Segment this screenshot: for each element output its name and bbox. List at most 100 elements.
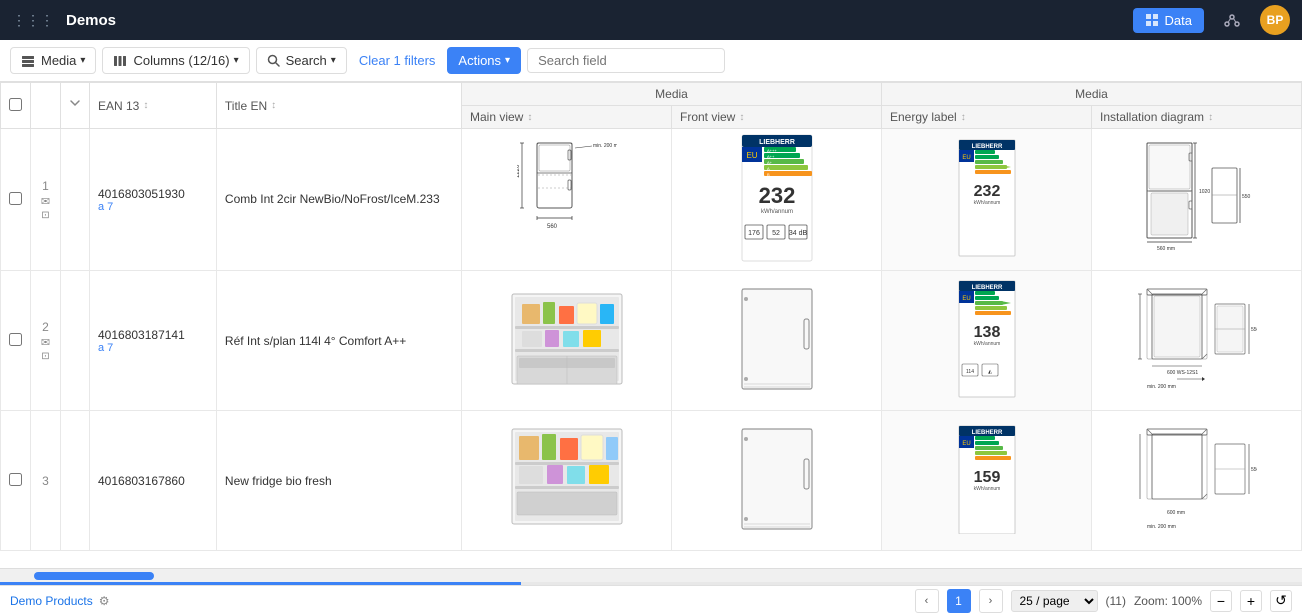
status-left: Demo Products ⚙: [10, 594, 909, 608]
svg-text:560: 560: [547, 224, 558, 230]
main-content: EAN 13 ↕ Title EN ↕ Media Media: [0, 82, 1302, 585]
row-2-checkbox[interactable]: [9, 333, 22, 346]
svg-text:EU: EU: [746, 151, 757, 160]
row-1-title: Comb Int 2cir NewBio/NoFrost/IceM.233: [216, 129, 461, 271]
search-button[interactable]: Search ▾: [256, 47, 347, 74]
row-1-checkbox-cell: [1, 129, 31, 271]
pagination-next-button[interactable]: ›: [979, 589, 1003, 613]
search-field-input[interactable]: [527, 48, 725, 73]
svg-text:B: B: [767, 172, 770, 177]
svg-text:kWh/annum: kWh/annum: [760, 209, 792, 215]
zoom-minus-button[interactable]: −: [1210, 590, 1232, 612]
row-2-title: Réf Int s/plan 114l 4° Comfort A++: [216, 271, 461, 411]
header-main-view: Main view ↕: [462, 106, 672, 129]
row-3-energy-label[interactable]: LIEBHERR EU 159 kWh/annum: [882, 411, 1092, 551]
row-1-email-icon: ✉: [41, 195, 50, 208]
row-3-num: 3: [31, 411, 61, 551]
search-chevron-icon: ▾: [331, 55, 336, 66]
svg-text:kWh/annum: kWh/annum: [973, 200, 1000, 206]
row-2-install-diagram[interactable]: 820 600 WS-12S1 550: [1092, 271, 1302, 411]
graph-view-button[interactable]: [1212, 7, 1252, 33]
progress-bar: [0, 582, 1302, 585]
row-3-front-view[interactable]: [672, 411, 882, 551]
columns-label: Columns (12/16): [133, 53, 229, 68]
svg-text:550: 550: [1251, 327, 1257, 333]
header-ean: EAN 13 ↕: [90, 83, 217, 129]
svg-text:LIEBHERR: LIEBHERR: [759, 139, 795, 146]
page-size-select[interactable]: 25 / page 50 / page 100 / page: [1011, 590, 1098, 612]
row-2-main-view[interactable]: [462, 271, 672, 411]
svg-text:52: 52: [772, 230, 780, 237]
svg-text:159: 159: [973, 469, 1000, 486]
row-2-email-icon: ✉: [41, 336, 50, 349]
row-3-checkbox-cell: [1, 411, 31, 551]
row-3-install-diagram[interactable]: 600 mm 550 min. 200 mm: [1092, 411, 1302, 551]
row-2-num: 2 ✉ ⊡: [31, 271, 61, 411]
svg-text:A+++: A+++: [767, 148, 777, 153]
svg-text:A+: A+: [767, 160, 773, 165]
table-row: 2 ✉ ⊡ 4016803187141 a 7 Réf Int s/plan: [1, 271, 1302, 411]
pagination-prev-button[interactable]: ‹: [915, 589, 939, 613]
svg-text:LIEBHERR: LIEBHERR: [971, 285, 1002, 291]
media-label: Media: [41, 53, 76, 68]
header-energy-label: Energy label ↕: [882, 106, 1092, 129]
svg-text:A: A: [767, 166, 770, 171]
svg-text:min. 200 mm: min. 200 mm: [1147, 524, 1176, 530]
svg-text:LIEBHERR: LIEBHERR: [971, 144, 1002, 150]
media-group-header-1: Media: [462, 83, 882, 106]
actions-chevron-icon: ▾: [505, 55, 510, 66]
svg-text:176: 176: [748, 230, 760, 237]
row-2-checkbox-cell: [1, 271, 31, 411]
svg-text:kWh/annum: kWh/annum: [973, 486, 1000, 492]
row-1-energy-label[interactable]: LIEBHERR EU 232 kWh/annum: [882, 129, 1092, 271]
svg-text:600 WS-12S1: 600 WS-12S1: [1167, 370, 1198, 376]
media-dropdown-button[interactable]: Media ▾: [10, 47, 96, 74]
row-2-energy-label[interactable]: LIEBHERR EU 138 kWh/annum: [882, 271, 1092, 411]
row-3-actions-cell: [61, 411, 90, 551]
zoom-plus-button[interactable]: +: [1240, 590, 1262, 612]
data-view-button[interactable]: Data: [1133, 8, 1204, 33]
row-2-front-view[interactable]: [672, 271, 882, 411]
header-install-diagram: Installation diagram ↕: [1092, 106, 1302, 129]
clear-filters-button[interactable]: Clear 1 filters: [353, 48, 442, 73]
svg-text:550: 550: [1251, 467, 1257, 473]
svg-text:232: 232: [973, 183, 1000, 200]
row-1-main-view[interactable]: 1220 560 min. 200 mm: [462, 129, 672, 271]
svg-text:EU: EU: [962, 441, 970, 447]
data-table: EAN 13 ↕ Title EN ↕ Media Media: [0, 82, 1302, 551]
row-1-front-view[interactable]: LIEBHERR EU A+++ A++ A+ A: [672, 129, 882, 271]
progress-fill: [0, 582, 521, 585]
select-all-checkbox[interactable]: [9, 98, 22, 111]
grid-icon: ⋮⋮⋮: [12, 12, 54, 29]
header-num-col: [31, 83, 61, 129]
svg-text:34 dB: 34 dB: [788, 230, 807, 237]
search-label: Search: [286, 53, 327, 68]
svg-text:820: 820: [1137, 320, 1139, 329]
table-wrap[interactable]: EAN 13 ↕ Title EN ↕ Media Media: [0, 82, 1302, 568]
row-1-blue-indicator: a 7: [98, 201, 208, 213]
svg-text:min. 200 mm: min. 200 mm: [1147, 384, 1176, 390]
settings-gear-icon[interactable]: ⚙: [99, 594, 110, 608]
row-2-ean: 4016803187141 a 7: [90, 271, 217, 411]
media-group-header-2: Media: [882, 83, 1302, 106]
header-actions-col: [61, 83, 90, 129]
zoom-reset-button[interactable]: ↺: [1270, 590, 1292, 612]
svg-text:1020: 1020: [1199, 189, 1210, 195]
user-avatar[interactable]: BP: [1260, 5, 1290, 35]
row-1-checkbox[interactable]: [9, 192, 22, 205]
total-count: (11): [1106, 594, 1126, 608]
row-1-num: 1 ✉ ⊡: [31, 129, 61, 271]
row-1-ean: 4016803051930 a 7: [90, 129, 217, 271]
columns-dropdown-button[interactable]: Columns (12/16) ▾: [102, 47, 249, 74]
row-3-main-view[interactable]: [462, 411, 672, 551]
demo-products-tab[interactable]: Demo Products: [10, 594, 93, 608]
app-title: Demos: [66, 12, 116, 29]
row-3-checkbox[interactable]: [9, 473, 22, 486]
svg-text:1220: 1220: [517, 164, 521, 178]
actions-button[interactable]: Actions ▾: [447, 47, 521, 74]
actions-label: Actions: [458, 53, 501, 68]
row-1-install-diagram[interactable]: 1020 560 mm 550: [1092, 129, 1302, 271]
svg-text:EU: EU: [962, 155, 970, 161]
header-front-view: Front view ↕: [672, 106, 882, 129]
svg-text:kWh/annum: kWh/annum: [973, 341, 1000, 347]
